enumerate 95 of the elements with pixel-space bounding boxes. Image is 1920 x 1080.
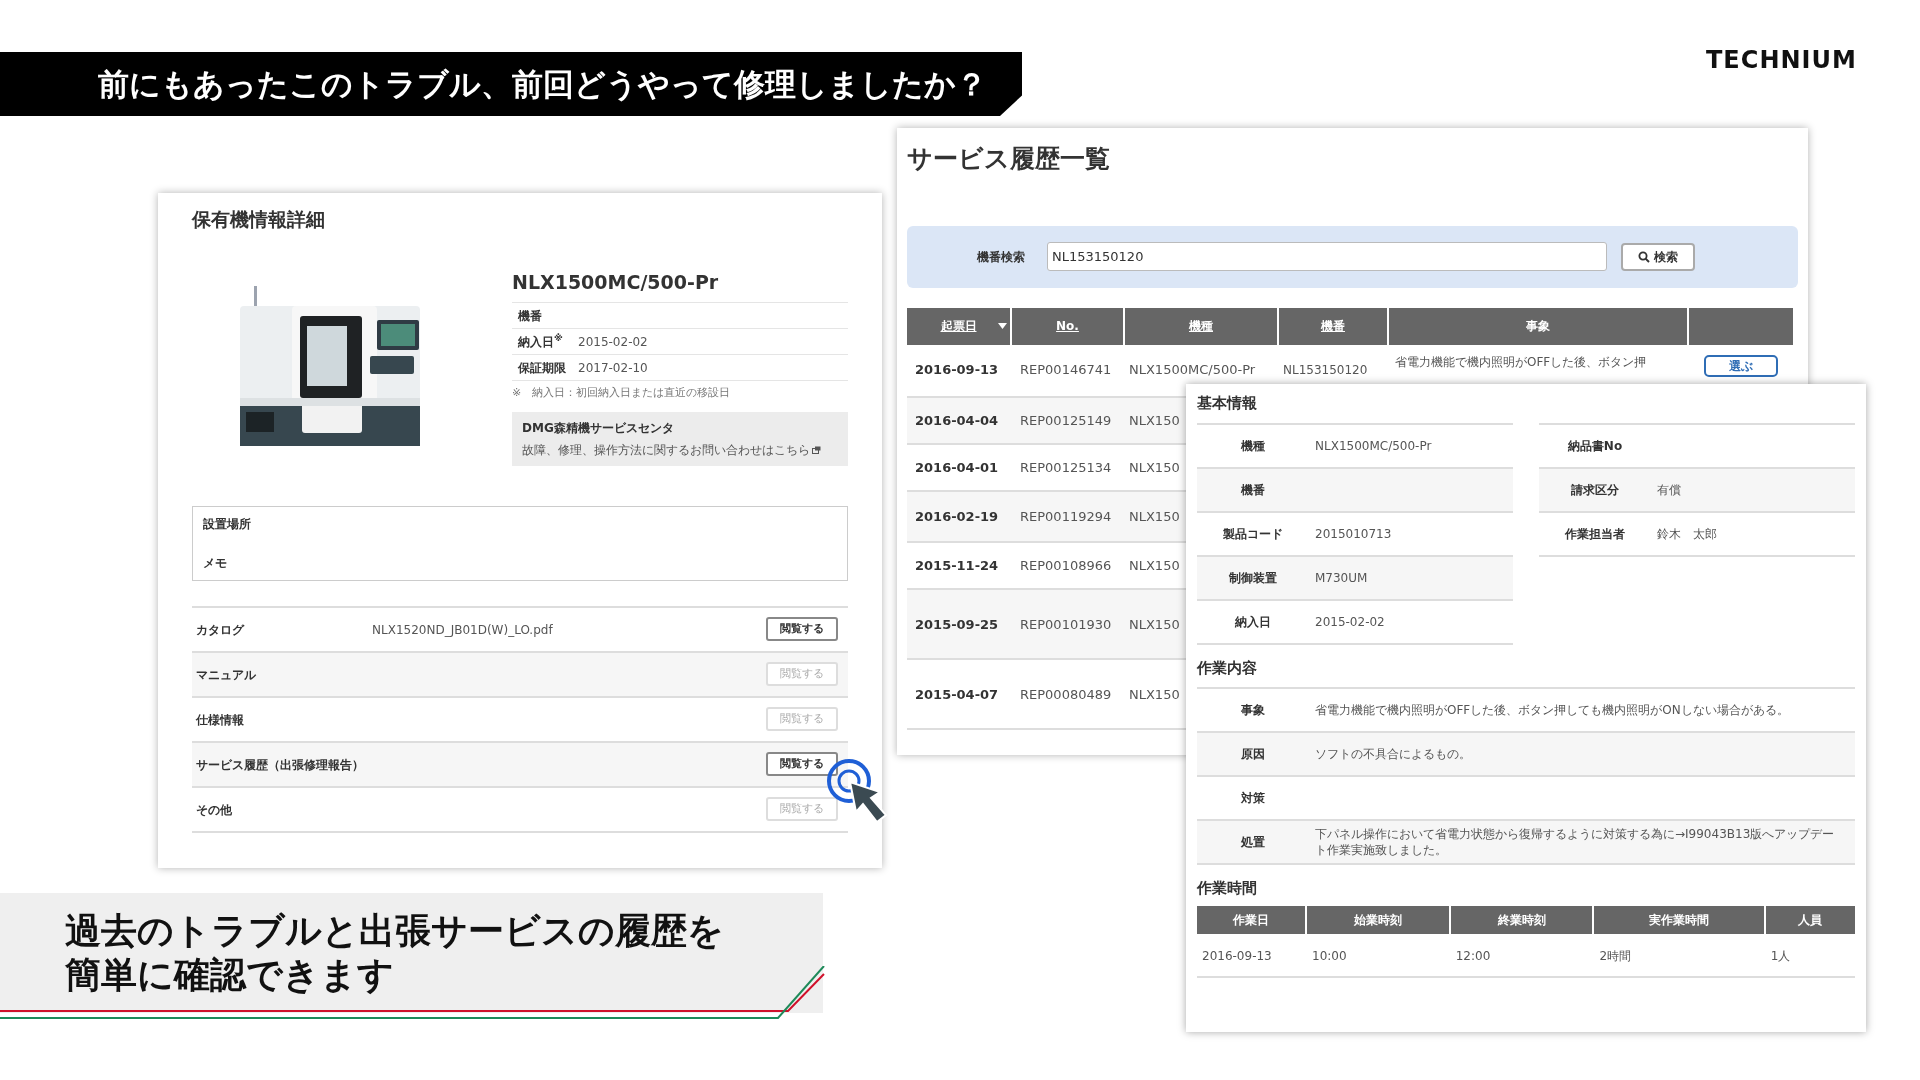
search-button[interactable]: 検索 bbox=[1621, 242, 1695, 271]
field-label: 製品コード bbox=[1223, 525, 1283, 543]
sort-desc-icon bbox=[998, 322, 1007, 329]
field-label: 機番 bbox=[1241, 481, 1265, 499]
field-value: NLX1500MC/500-Pr bbox=[1314, 437, 1432, 455]
search-label: 機番検索 bbox=[977, 248, 1026, 266]
panel-title: 保有機情報詳細 bbox=[192, 207, 326, 232]
note-label: メモ bbox=[203, 554, 227, 572]
model-cell: NLX1500MC/500-Pr bbox=[1129, 361, 1256, 377]
field-value: 鈴木 太郎 bbox=[1656, 525, 1717, 543]
note-label: 設置場所 bbox=[203, 515, 251, 533]
column-header[interactable]: 機番 bbox=[1279, 307, 1389, 345]
section-title: 基本情報 bbox=[1197, 393, 1258, 414]
column-header[interactable]: 機種 bbox=[1125, 307, 1279, 345]
field-label: 制御装置 bbox=[1229, 569, 1277, 587]
number-cell: REP00080489 bbox=[1020, 686, 1112, 702]
panel-title: サービス履歴一覧 bbox=[907, 143, 1111, 175]
date-cell: 2016-09-13 bbox=[915, 361, 999, 377]
model-cell: NLX150 bbox=[1129, 460, 1180, 475]
field-label: 納入日 bbox=[1235, 613, 1271, 631]
view-button[interactable]: 閲覧する bbox=[766, 617, 838, 641]
document-label: サービス履歴（出張修理報告） bbox=[196, 758, 364, 772]
event-cell: 省電力機能で機内照明がOFFした後、ボタン押 bbox=[1395, 354, 1647, 369]
field-label: 納品書No bbox=[1567, 437, 1623, 455]
search-icon bbox=[1638, 250, 1650, 263]
number-cell: REP00119294 bbox=[1020, 509, 1112, 524]
external-link-icon bbox=[812, 445, 821, 454]
time-cell: 2時間 bbox=[1599, 948, 1631, 963]
column-header[interactable]: 起票日 bbox=[907, 307, 1012, 345]
model-cell: NLX150 bbox=[1129, 558, 1180, 573]
model-cell: NLX150 bbox=[1129, 686, 1180, 702]
column-header[interactable]: 事象 bbox=[1389, 307, 1689, 345]
number-cell: REP00125149 bbox=[1020, 413, 1112, 428]
date-cell: 2015-11-24 bbox=[915, 558, 999, 573]
section-title: 作業内容 bbox=[1197, 657, 1258, 679]
document-label: カタログ bbox=[196, 623, 244, 637]
model-cell: NLX150 bbox=[1129, 509, 1180, 524]
time-cell: 1人 bbox=[1770, 948, 1791, 963]
number-cell: REP00101930 bbox=[1020, 616, 1112, 632]
field-label: 請求区分 bbox=[1571, 481, 1619, 499]
inquiry-link[interactable]: 故障、修理、操作方法に関するお問い合わせはこちら bbox=[522, 440, 810, 459]
field-value: 省電力機能で機内照明がOFFした後、ボタン押しても機内照明がONしない場合がある。 bbox=[1314, 702, 1790, 718]
spec-value: 2015-02-02 bbox=[578, 333, 648, 351]
field-label: 原因 bbox=[1241, 746, 1265, 763]
model-cell: NLX150 bbox=[1129, 616, 1180, 632]
field-value: 2015010713 bbox=[1314, 525, 1392, 543]
view-button[interactable]: 閲覧する bbox=[766, 752, 838, 776]
date-cell: 2016-02-19 bbox=[915, 509, 999, 524]
spec-label: 保証期限 bbox=[517, 359, 567, 377]
spec-label: 納入日$^{※}$ bbox=[517, 332, 564, 351]
document-label: 仕様情報 bbox=[196, 713, 244, 727]
time-cell: 10:00 bbox=[1312, 948, 1347, 963]
serial-cell: NL153150120 bbox=[1283, 362, 1368, 377]
model-cell: NLX150 bbox=[1129, 413, 1180, 428]
column-header: 作業日 bbox=[1197, 905, 1307, 934]
time-cell: 2016-09-13 bbox=[1202, 948, 1272, 963]
column-header: 終業時刻 bbox=[1450, 905, 1595, 934]
column-header: 人員 bbox=[1765, 905, 1855, 934]
field-label: 処置 bbox=[1241, 834, 1265, 851]
serial-search-field[interactable]: NL153150120 bbox=[1047, 242, 1607, 271]
document-label: その他 bbox=[196, 803, 232, 817]
field-value: 有償 bbox=[1656, 481, 1681, 499]
date-cell: 2016-04-04 bbox=[915, 413, 999, 428]
field-label: 対策 bbox=[1241, 790, 1265, 807]
field-label: 作業担当者 bbox=[1565, 525, 1625, 543]
document-label: マニュアル bbox=[196, 668, 256, 682]
field-label: 事象 bbox=[1241, 702, 1265, 719]
caption-line: 簡単に確認できます bbox=[65, 953, 394, 997]
brand-logo: TECHNIUM bbox=[1706, 45, 1857, 76]
date-cell: 2016-04-01 bbox=[915, 460, 999, 475]
date-cell: 2015-09-25 bbox=[915, 616, 999, 632]
column-header[interactable]: No. bbox=[1012, 307, 1125, 345]
spec-label: 機番 bbox=[517, 307, 543, 325]
field-label: 機種 bbox=[1241, 437, 1265, 455]
select-button[interactable]: 選ぶ bbox=[1704, 354, 1778, 377]
column-header: 始業時刻 bbox=[1307, 905, 1451, 934]
footnote: ※ 納入日：初回納入日または直近の移設日 bbox=[512, 385, 732, 401]
time-cell: 12:00 bbox=[1455, 948, 1491, 963]
field-value: ソフトの不具合によるもの。 bbox=[1314, 746, 1472, 762]
field-value: 2015-02-02 bbox=[1314, 613, 1385, 631]
number-cell: REP00125134 bbox=[1020, 460, 1112, 475]
click-ring-icon bbox=[826, 758, 872, 804]
field-value: M730UM bbox=[1314, 569, 1368, 587]
headline-text: 前にもあったこのトラブル、前回どうやって修理しましたか？ bbox=[98, 64, 987, 104]
service-center-name: DMG森精機サービスセンタ bbox=[522, 419, 675, 437]
caption-line: 過去のトラブルと出張サービスの履歴を bbox=[65, 909, 724, 953]
date-cell: 2015-04-07 bbox=[915, 686, 999, 702]
field-value: 下パネル操作において省電力状態から復帰するように対策する為に→I99043B13版へアップデート作業実施致しました。 bbox=[1314, 826, 1836, 858]
number-cell: REP00146741 bbox=[1020, 361, 1112, 377]
column-header: 実作業時間 bbox=[1594, 905, 1766, 934]
section-title: 作業時間 bbox=[1197, 878, 1258, 899]
file-name: NLX1520ND_JB01D(W)_LO.pdf bbox=[372, 623, 553, 637]
model-name: NLX1500MC/500-Pr bbox=[512, 269, 720, 295]
spec-value: 2017-02-10 bbox=[578, 359, 648, 377]
number-cell: REP00108966 bbox=[1020, 558, 1112, 573]
